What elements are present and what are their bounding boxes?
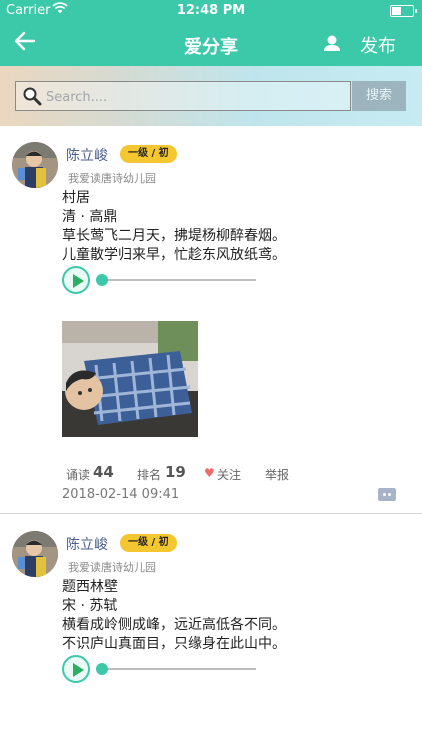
profile-button[interactable] (318, 30, 346, 58)
play-button[interactable] (62, 266, 90, 294)
read-count-label: 诵读 (66, 468, 91, 482)
search-area: 搜索 (0, 66, 422, 126)
username[interactable]: 陈立峻 (66, 145, 108, 165)
audio-player (62, 265, 272, 295)
poem-text: 村居 清 · 高鼎 草长莺飞二月天，拂堤杨柳醉春烟。 儿童散学归来早，忙趁东风放… (62, 189, 286, 265)
username[interactable]: 陈立峻 (66, 534, 108, 554)
post-photo[interactable] (62, 321, 198, 437)
poem-title: 村居 (62, 190, 90, 206)
post-card: 陈立峻 一级 / 初 我爱读唐诗幼儿园 题西林壁 宋 · 苏轼 横看成岭侧成峰，… (0, 515, 422, 750)
back-button[interactable] (14, 30, 54, 58)
report-button[interactable]: 举报 (265, 466, 289, 483)
rank-label: 排名 (137, 468, 162, 482)
school-name: 我爱读唐诗幼儿园 (68, 561, 156, 574)
poem-text: 题西林壁 宋 · 苏轼 横看成岭侧成峰，远近高低各不同。 不识庐山真面目，只缘身… (62, 578, 286, 654)
poem-line: 儿童散学归来早，忙趁东风放纸鸢。 (62, 247, 286, 263)
heart-icon: ♥ (204, 466, 215, 480)
poem-title: 题西林壁 (62, 579, 118, 595)
poem-line: 横看成岭侧成峰，远近高低各不同。 (62, 617, 286, 633)
audio-player (62, 654, 272, 684)
read-count: 44 (93, 463, 114, 481)
post-card: 陈立峻 一级 / 初 我爱读唐诗幼儿园 村居 清 · 高鼎 草长莺飞二月天，拂堤… (0, 126, 422, 514)
comment-icon[interactable] (378, 488, 396, 501)
page-title: 爱分享 (184, 37, 238, 58)
play-icon (73, 663, 84, 677)
arrow-left-icon (14, 31, 36, 51)
poem-line: 草长莺飞二月天，拂堤杨柳醉春烟。 (62, 228, 286, 244)
play-icon (73, 274, 84, 288)
audio-progress-handle[interactable] (96, 663, 108, 675)
audio-progress-handle[interactable] (96, 274, 108, 286)
school-name: 我爱读唐诗幼儿园 (68, 172, 156, 185)
status-time: 12:48 PM (176, 3, 246, 18)
battery-icon (390, 5, 417, 17)
level-badge: 一级 / 初 (120, 145, 177, 163)
audio-progress-track[interactable] (100, 668, 256, 670)
avatar[interactable] (12, 142, 58, 188)
nav-bar: 爱分享 发布 (0, 22, 422, 66)
poem-author: 宋 · 苏轼 (62, 598, 118, 614)
post-stats: 诵读 44 排名 19 ♥ 关注 举报 (66, 463, 366, 483)
status-bar: Carrier 12:48 PM (0, 0, 422, 22)
level-badge: 一级 / 初 (120, 534, 177, 552)
publish-button[interactable]: 发布 (360, 32, 396, 58)
poem-author: 清 · 高鼎 (62, 209, 118, 225)
rank-value: 19 (165, 463, 186, 481)
avatar[interactable] (12, 531, 58, 577)
search-icon (22, 86, 42, 106)
post-timestamp: 2018-02-14 09:41 (62, 487, 180, 502)
follow-button[interactable]: 关注 (217, 466, 241, 483)
search-button[interactable]: 搜索 (352, 81, 406, 111)
user-icon (324, 35, 340, 51)
search-box (15, 81, 351, 111)
audio-progress-track[interactable] (100, 279, 256, 281)
poem-line: 不识庐山真面目，只缘身在此山中。 (62, 636, 286, 652)
play-button[interactable] (62, 655, 90, 683)
search-input[interactable] (46, 87, 336, 107)
